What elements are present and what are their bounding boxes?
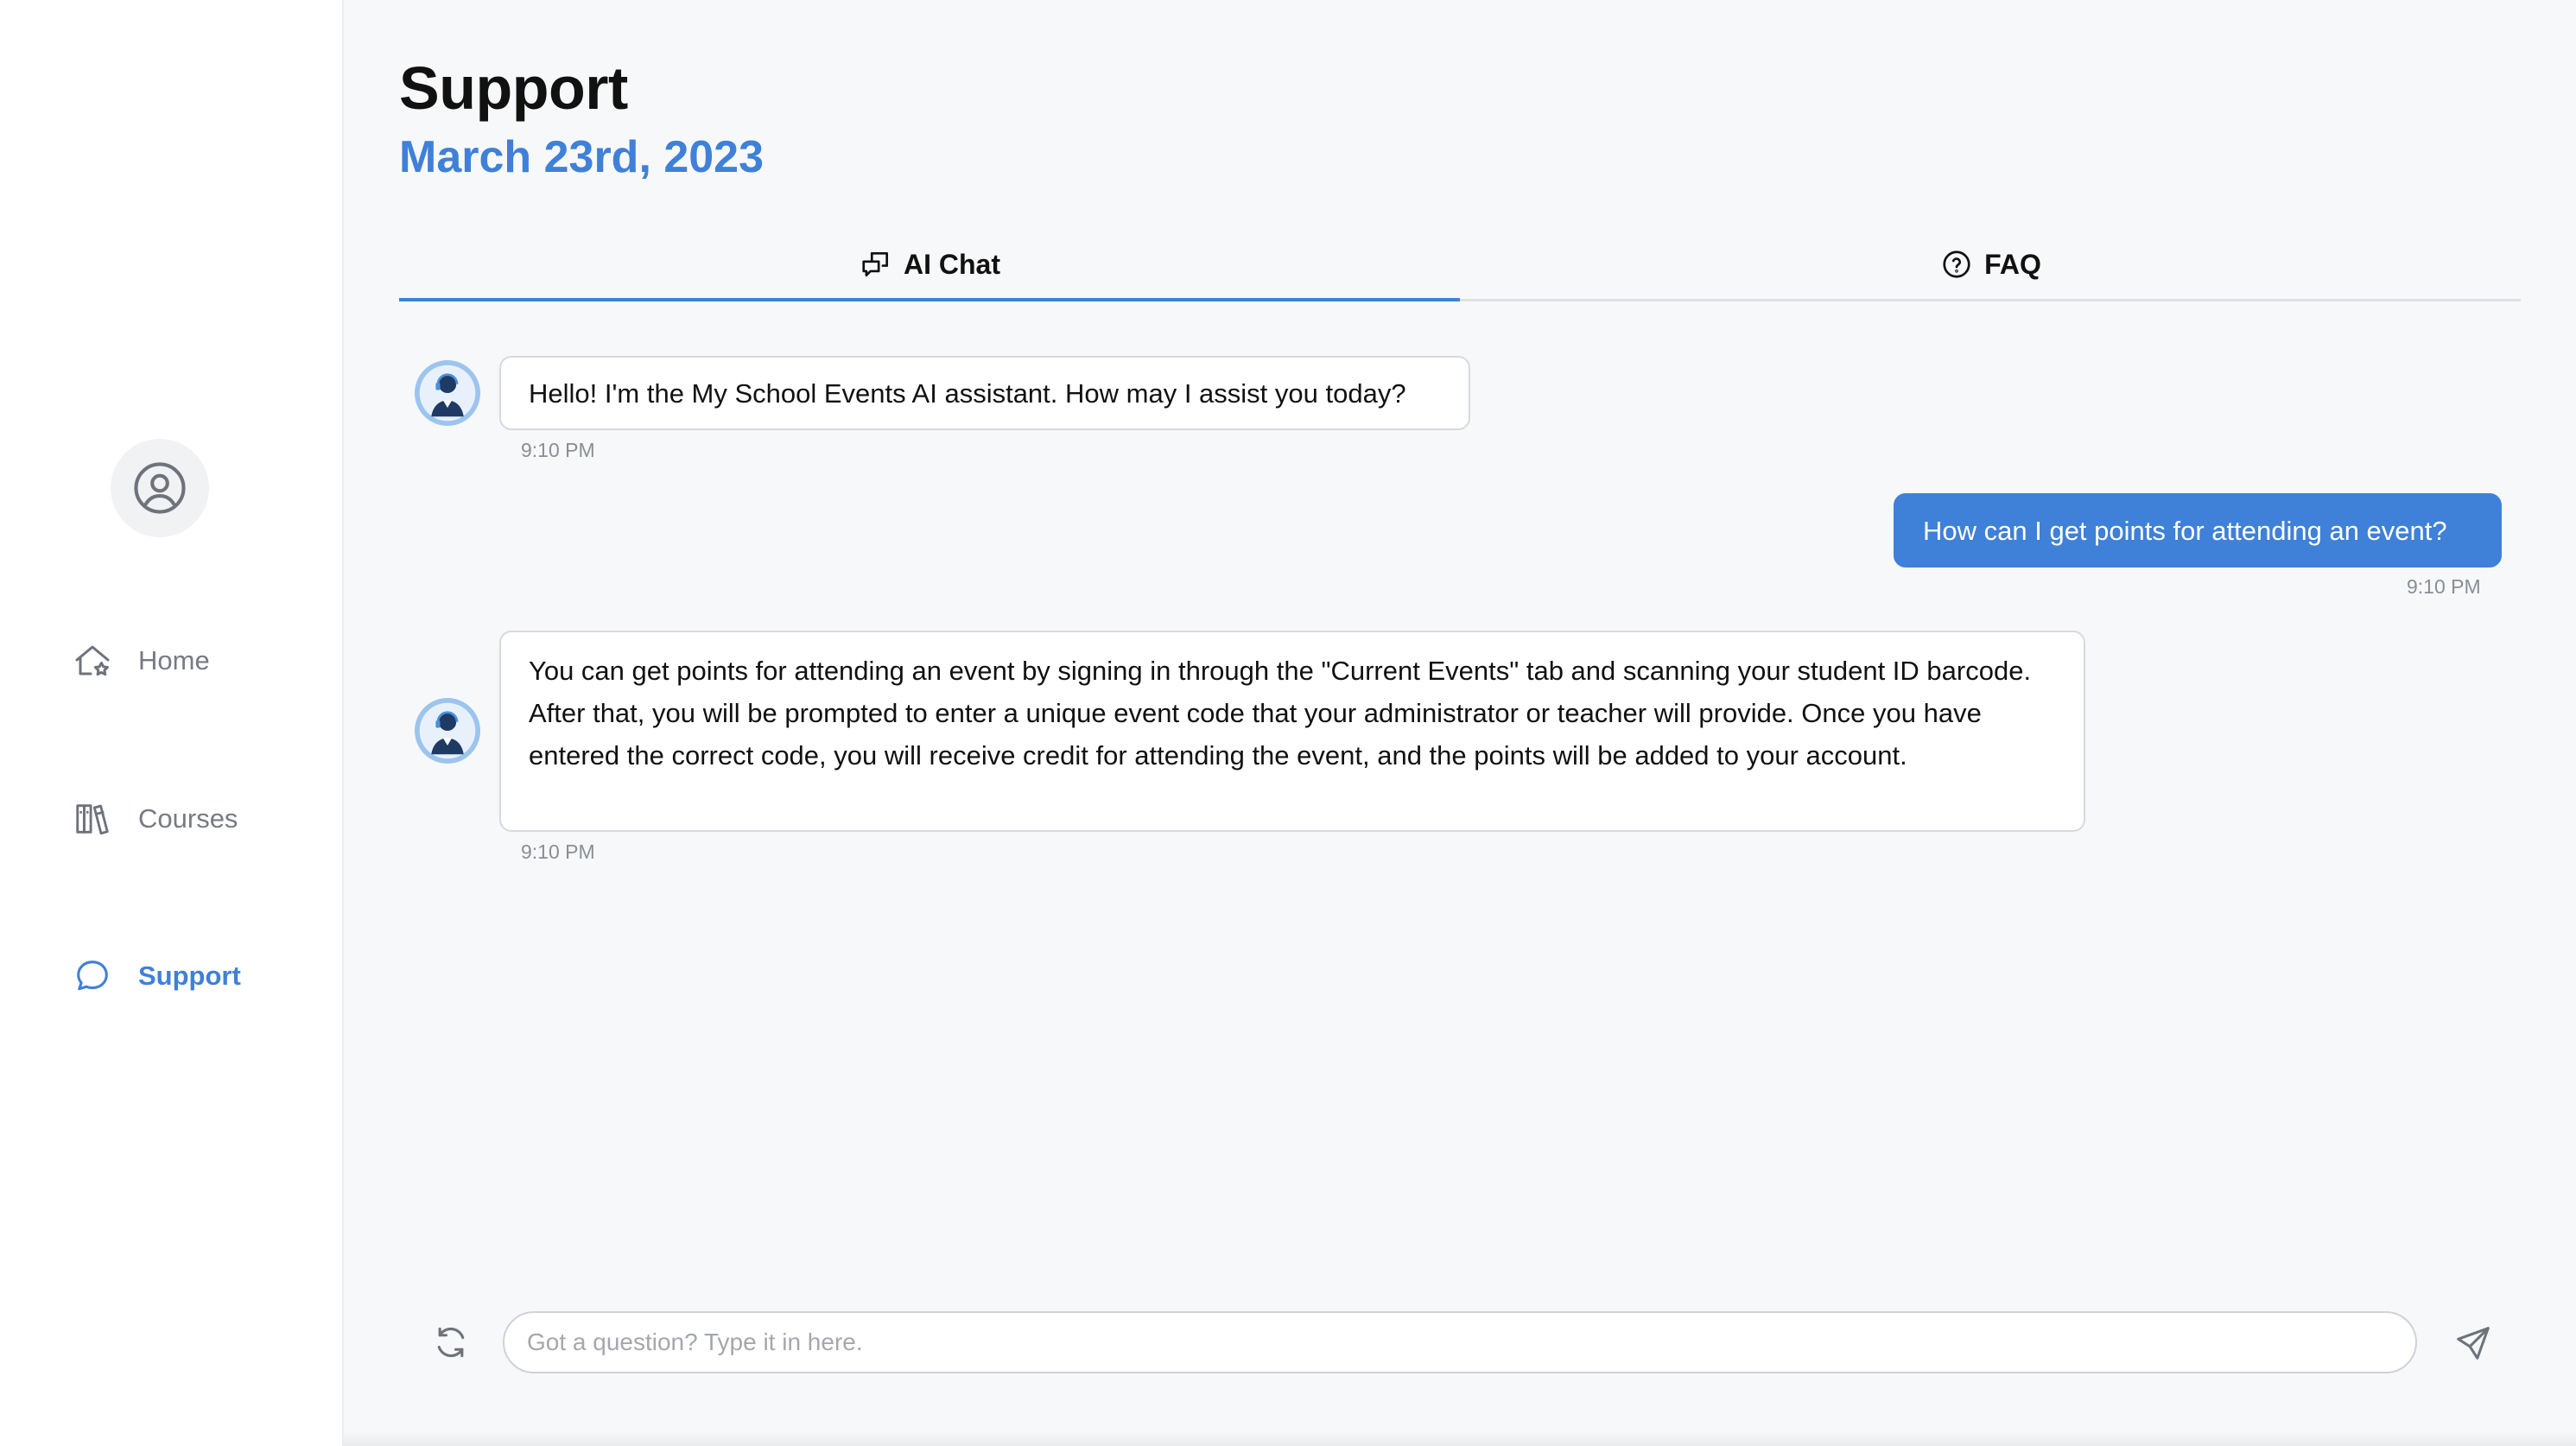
message-text: You can get points for attending an even…: [529, 656, 2032, 771]
send-icon: [2457, 1327, 2490, 1360]
chat-messages-icon: [859, 247, 893, 282]
sidebar-item-support[interactable]: Support: [69, 950, 241, 1002]
user-message: How can I get points for attending an ev…: [1894, 493, 2502, 568]
sidebar-item-label: Home: [138, 645, 210, 675]
sidebar-item-label: Support: [138, 961, 241, 991]
message-text: Hello! I'm the My School Events AI assis…: [529, 378, 1406, 409]
profile-avatar[interactable]: [111, 439, 209, 537]
support-agent-icon: [419, 365, 476, 422]
bot-message: Hello! I'm the My School Events AI assis…: [499, 356, 1470, 430]
question-circle-icon: [1939, 247, 1974, 282]
tab-faq[interactable]: FAQ: [1460, 230, 2521, 299]
message-text: How can I get points for attending an ev…: [1923, 516, 2447, 546]
bot-avatar: [415, 698, 480, 764]
chat-input[interactable]: [503, 1311, 2417, 1373]
page-title: Support: [399, 54, 628, 122]
message-timestamp: 9:10 PM: [521, 840, 595, 863]
support-agent-icon: [419, 702, 476, 759]
sidebar-item-label: Courses: [138, 803, 238, 834]
main-content: Support March 23rd, 2023 AI Chat FAQ Hel…: [344, 0, 2576, 1446]
chat-bubble-icon: [69, 953, 116, 999]
refresh-icon: [437, 1327, 465, 1358]
tab-label: FAQ: [1984, 248, 2041, 280]
sidebar: Home Courses Support: [0, 0, 344, 1446]
bot-message: You can get points for attending an even…: [499, 631, 2085, 832]
refresh-chat-button[interactable]: [425, 1316, 477, 1368]
bot-avatar: [415, 360, 480, 426]
sidebar-item-courses[interactable]: Courses: [69, 793, 238, 845]
page-date: March 23rd, 2023: [399, 132, 765, 182]
tab-ai-chat[interactable]: AI Chat: [399, 230, 1460, 301]
user-circle-icon: [134, 462, 186, 514]
books-icon: [69, 796, 116, 842]
bottom-shadow: [344, 1430, 2576, 1446]
message-timestamp: 9:10 PM: [521, 439, 595, 461]
home-star-icon: [69, 637, 116, 684]
app-window: Home Courses Support Support March 23rd,…: [0, 0, 2576, 1446]
tab-bar: AI Chat FAQ: [399, 230, 2521, 301]
message-timestamp: 9:10 PM: [2407, 575, 2481, 598]
tab-label: AI Chat: [904, 248, 1000, 280]
send-button[interactable]: [2446, 1316, 2500, 1370]
sidebar-item-home[interactable]: Home: [69, 635, 210, 687]
